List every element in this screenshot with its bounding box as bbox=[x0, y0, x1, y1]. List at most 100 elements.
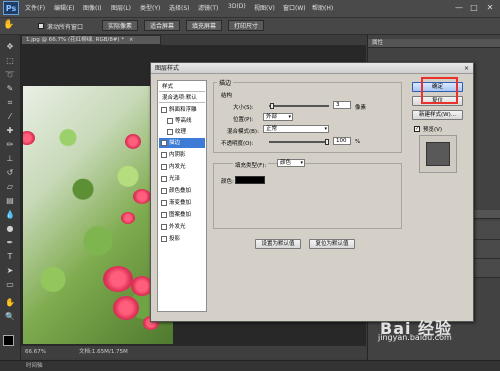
menu-filter[interactable]: 滤镜(T) bbox=[198, 3, 218, 12]
menu-layer[interactable]: 图层(L) bbox=[111, 3, 131, 12]
document-tab-title: 1.jpg @ 66.7% (花红柳绿, RGB/8#) * bbox=[26, 37, 125, 43]
zoom-tool-icon[interactable]: 🔍 bbox=[4, 311, 16, 322]
reset-default-button[interactable]: 复位为默认值 bbox=[309, 239, 355, 249]
menu-type[interactable]: 类型(Y) bbox=[140, 3, 160, 12]
dialog-close-icon[interactable]: × bbox=[464, 63, 469, 74]
blending-options-item[interactable]: 混合选项:默认 bbox=[159, 93, 205, 103]
fill-screen-button[interactable]: 填充屏幕 bbox=[186, 20, 222, 31]
fill-type-select[interactable]: 颜色 bbox=[277, 159, 305, 167]
style-item-stroke[interactable]: ✓ 描边 bbox=[159, 138, 205, 148]
status-bar: 66.67% 文档:1.65M/1.75M bbox=[21, 345, 366, 358]
annotation-highlight-box bbox=[421, 77, 458, 104]
menu-window[interactable]: 窗口(W) bbox=[283, 3, 306, 12]
marquee-tool-icon[interactable]: ⬚ bbox=[4, 55, 16, 66]
opacity-slider-thumb[interactable] bbox=[325, 139, 329, 145]
print-size-button[interactable]: 打印尺寸 bbox=[228, 20, 264, 31]
tools-panel: ✥ ⬚ ➰ ✎ ⌗ ⁄ ✚ ✏ ⊥ ↺ ▱ ▤ 💧 ● ✒ T ➤ ▭ ✋ 🔍 bbox=[0, 35, 21, 360]
maximize-icon[interactable]: □ bbox=[467, 2, 481, 13]
style-item-inner-glow[interactable]: 内发光 bbox=[159, 162, 205, 172]
style-item-gradient-overlay[interactable]: 渐变叠加 bbox=[159, 198, 205, 208]
healing-tool-icon[interactable]: ✚ bbox=[4, 125, 16, 136]
dodge-tool-icon[interactable]: ● bbox=[4, 223, 16, 234]
hand-tool-icon: ✋ bbox=[3, 20, 15, 30]
pattern-overlay-checkbox[interactable] bbox=[161, 212, 167, 218]
foreground-color-swatch[interactable] bbox=[3, 335, 14, 346]
size-slider-thumb[interactable] bbox=[270, 103, 275, 109]
fill-type-label: 填充类型(F): bbox=[233, 161, 269, 169]
type-tool-icon[interactable]: T bbox=[4, 251, 16, 262]
outer-glow-checkbox[interactable] bbox=[161, 224, 167, 230]
style-item-outer-glow[interactable]: 外发光 bbox=[159, 222, 205, 232]
position-label: 位置(P): bbox=[233, 117, 254, 123]
gradient-overlay-checkbox[interactable] bbox=[161, 200, 167, 206]
gradient-tool-icon[interactable]: ▤ bbox=[4, 195, 16, 206]
flower-image-part bbox=[133, 189, 151, 204]
satin-checkbox[interactable] bbox=[161, 176, 167, 182]
contour-checkbox[interactable] bbox=[167, 118, 173, 124]
blend-mode-select[interactable]: 正常 bbox=[263, 125, 329, 133]
drop-shadow-checkbox[interactable] bbox=[161, 236, 167, 242]
menu-edit[interactable]: 编辑(E) bbox=[54, 3, 74, 12]
new-style-button[interactable]: 新建样式(W)... bbox=[412, 110, 463, 120]
minimize-icon[interactable]: — bbox=[452, 2, 466, 13]
quick-select-tool-icon[interactable]: ✎ bbox=[4, 83, 16, 94]
dialog-title-bar[interactable]: 图层样式 × bbox=[151, 63, 473, 74]
texture-checkbox[interactable] bbox=[167, 129, 173, 135]
style-item-inner-shadow[interactable]: 内阴影 bbox=[159, 150, 205, 160]
crop-tool-icon[interactable]: ⌗ bbox=[4, 97, 16, 108]
style-item-pattern-overlay[interactable]: 图案叠加 bbox=[159, 210, 205, 220]
stroke-group-title: 描边 bbox=[217, 78, 234, 87]
style-list-header[interactable]: 样式 bbox=[159, 82, 205, 92]
menu-help[interactable]: 帮助(H) bbox=[312, 3, 333, 12]
pen-tool-icon[interactable]: ✒ bbox=[4, 237, 16, 248]
brush-tool-icon[interactable]: ✏ bbox=[4, 139, 16, 150]
actual-pixels-button[interactable]: 实际像素 bbox=[102, 20, 138, 31]
style-item-texture[interactable]: 纹理 bbox=[159, 127, 205, 137]
lasso-tool-icon[interactable]: ➰ bbox=[4, 69, 16, 80]
stamp-tool-icon[interactable]: ⊥ bbox=[4, 153, 16, 164]
color-overlay-checkbox[interactable] bbox=[161, 188, 167, 194]
path-select-tool-icon[interactable]: ➤ bbox=[4, 265, 16, 276]
eyedropper-tool-icon[interactable]: ⁄ bbox=[4, 111, 16, 122]
eraser-tool-icon[interactable]: ▱ bbox=[4, 181, 16, 192]
menu-select[interactable]: 选择(S) bbox=[169, 3, 190, 12]
set-default-button[interactable]: 设置为默认值 bbox=[255, 239, 301, 249]
document-info: 文档:1.65M/1.75M bbox=[79, 349, 128, 355]
style-item-color-overlay[interactable]: 颜色叠加 bbox=[159, 186, 205, 196]
style-item-drop-shadow[interactable]: 投影 bbox=[159, 234, 205, 244]
close-tab-icon[interactable]: × bbox=[129, 37, 134, 43]
hand-tool-icon[interactable]: ✋ bbox=[4, 297, 16, 308]
position-select[interactable]: 外部 bbox=[263, 113, 293, 121]
scroll-all-checkbox[interactable] bbox=[38, 23, 44, 29]
blur-tool-icon[interactable]: 💧 bbox=[4, 209, 16, 220]
move-tool-icon[interactable]: ✥ bbox=[4, 41, 16, 52]
opacity-input[interactable]: 100 bbox=[333, 137, 351, 145]
bevel-checkbox[interactable] bbox=[161, 107, 167, 113]
photoshop-logo: Ps bbox=[3, 1, 19, 15]
style-item-bevel[interactable]: 斜面和浮雕 bbox=[159, 105, 205, 115]
history-brush-tool-icon[interactable]: ↺ bbox=[4, 167, 16, 178]
stroke-checkbox[interactable]: ✓ bbox=[161, 140, 167, 146]
zoom-level: 66.67% bbox=[25, 349, 46, 355]
menu-view[interactable]: 视图(V) bbox=[254, 3, 275, 12]
flower-image-part bbox=[103, 266, 133, 292]
inner-shadow-checkbox[interactable] bbox=[161, 152, 167, 158]
preview-checkbox[interactable]: ✓ bbox=[414, 126, 420, 132]
color-label: 颜色: bbox=[221, 179, 234, 185]
style-item-satin[interactable]: 光泽 bbox=[159, 174, 205, 184]
close-icon[interactable]: ✕ bbox=[483, 2, 497, 13]
menu-3d[interactable]: 3D(D) bbox=[228, 3, 246, 10]
size-input[interactable]: 3 bbox=[333, 101, 351, 109]
style-item-contour[interactable]: 等高线 bbox=[159, 116, 205, 126]
menu-file[interactable]: 文件(F) bbox=[25, 3, 45, 12]
opacity-slider[interactable] bbox=[269, 141, 329, 143]
inner-glow-checkbox[interactable] bbox=[161, 164, 167, 170]
size-slider[interactable] bbox=[269, 105, 329, 107]
document-tab[interactable]: 1.jpg @ 66.7% (花红柳绿, RGB/8#) * × bbox=[21, 35, 161, 45]
shape-tool-icon[interactable]: ▭ bbox=[4, 279, 16, 290]
menu-image[interactable]: 图像(I) bbox=[83, 3, 101, 12]
opacity-unit: % bbox=[355, 139, 361, 145]
stroke-color-swatch[interactable] bbox=[235, 176, 265, 184]
fit-screen-button[interactable]: 适合屏幕 bbox=[144, 20, 180, 31]
properties-panel-header[interactable]: 属性 bbox=[368, 39, 500, 48]
